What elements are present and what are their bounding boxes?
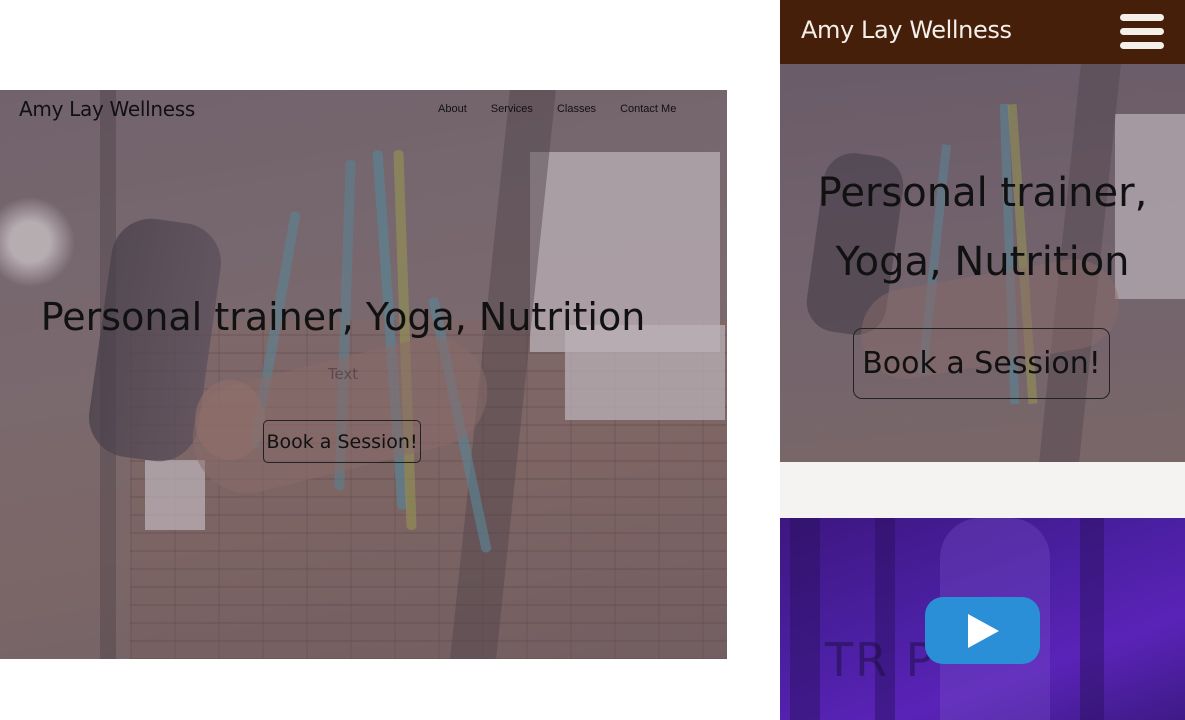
desktop-preview: Amy Lay Wellness About Services Classes …: [0, 90, 727, 659]
main-nav: About Services Classes Contact Me: [438, 103, 700, 115]
mobile-hero: Personal trainer, Yoga, Nutrition Book a…: [780, 64, 1185, 462]
site-logo-text[interactable]: Amy Lay Wellness: [801, 16, 1012, 44]
nav-link-contact[interactable]: Contact Me: [620, 103, 676, 115]
play-button[interactable]: [925, 597, 1040, 664]
video-section: TR P: [780, 518, 1185, 720]
book-session-button[interactable]: Book a Session!: [263, 420, 421, 463]
hero-headline: Personal trainer, Yoga, Nutrition: [40, 295, 646, 339]
hero-headline-line-1: Personal trainer,: [817, 170, 1148, 216]
site-logo-text[interactable]: Amy Lay Wellness: [19, 97, 195, 121]
hero-headline: Personal trainer, Yoga, Nutrition: [780, 159, 1185, 297]
nav-link-services[interactable]: Services: [491, 103, 533, 115]
hamburger-icon[interactable]: [1120, 14, 1164, 50]
play-icon: [968, 614, 999, 648]
mobile-header: Amy Lay Wellness: [780, 0, 1185, 64]
mobile-preview: Amy Lay Wellness Personal trainer, Yoga,…: [780, 0, 1185, 720]
nav-link-classes[interactable]: Classes: [557, 103, 596, 115]
hero-subtext: Text: [327, 365, 359, 383]
nav-link-about[interactable]: About: [438, 103, 467, 115]
video-background-text: TR P: [825, 633, 936, 687]
hero-headline-line-2: Yoga, Nutrition: [835, 239, 1130, 285]
book-session-button[interactable]: Book a Session!: [853, 328, 1110, 399]
